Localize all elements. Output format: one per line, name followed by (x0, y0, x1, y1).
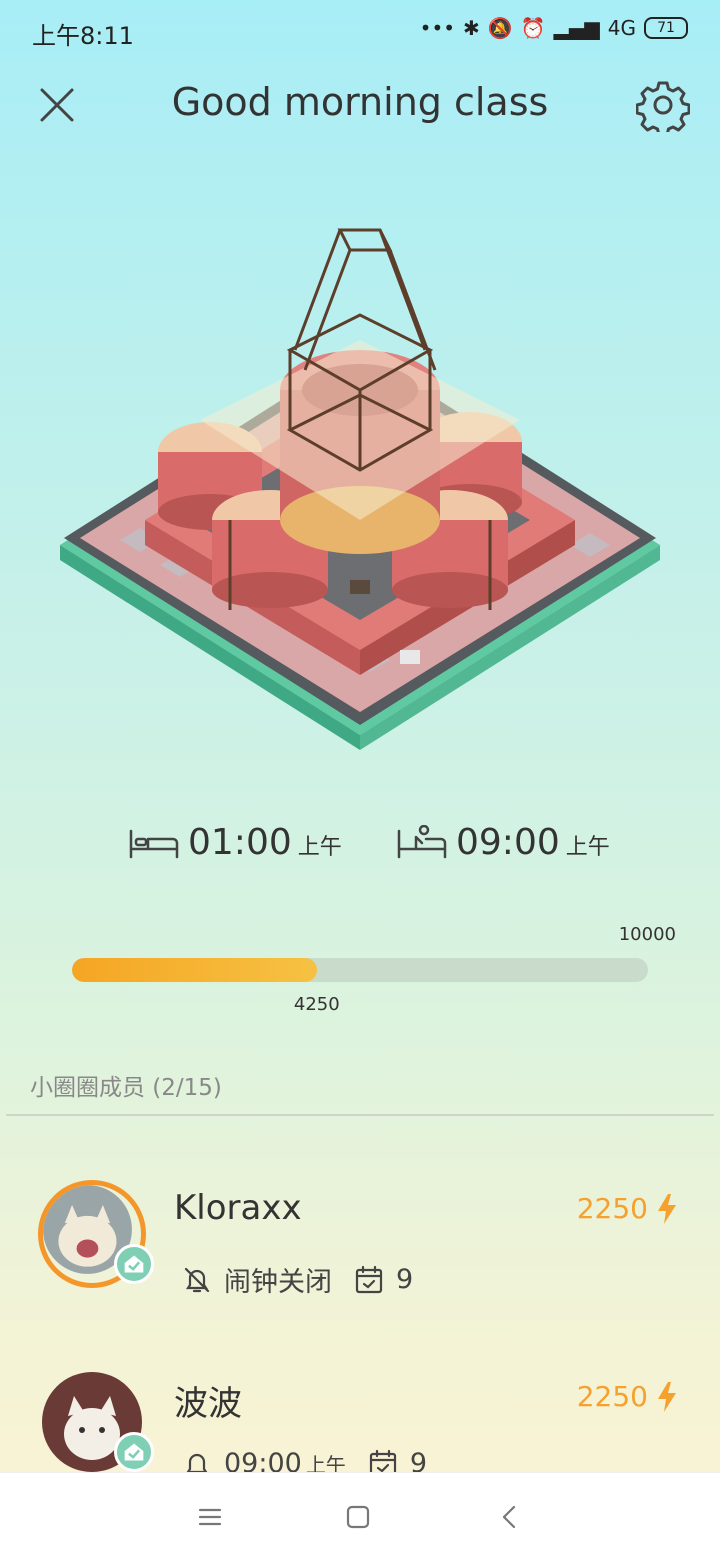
header: Good morning class (0, 62, 720, 148)
avatar[interactable] (38, 1368, 154, 1476)
alarm-status: 闹钟关闭 (224, 1267, 332, 1298)
gear-icon[interactable] (636, 78, 690, 132)
progress-max: 10000 (618, 924, 676, 945)
members-heading: 小圈圈成员 (2/15) (30, 1075, 222, 1101)
member-energy: 2250 (577, 1192, 676, 1225)
wake-time-value: 09:00 (456, 822, 560, 863)
home-check-icon (114, 1432, 154, 1472)
battery-level: 71 (657, 20, 675, 36)
energy-value: 2250 (576, 1192, 648, 1225)
building-illustration (60, 228, 660, 750)
bluetooth-icon: ✱ (463, 16, 480, 40)
divider (6, 1114, 714, 1116)
wake-up-icon (397, 824, 447, 858)
more-dots-icon: ••• (419, 16, 456, 40)
system-nav-bar (0, 1472, 720, 1560)
sleep-time-value: 01:00 (188, 822, 292, 863)
status-bar: 上午8:11 ••• ✱ 🔕 ⏰ ▂▄▆ 4G 71 (0, 0, 720, 62)
schedule-times: 01:00 上午 09:00 上午 (0, 822, 720, 882)
menu-icon[interactable] (194, 1501, 226, 1533)
member-row[interactable]: Kloraxx 2250 闹钟关闭 9 (0, 1180, 720, 1330)
progress-fill (72, 958, 317, 982)
signal-icon: ▂▄▆ (553, 16, 600, 40)
sleep-time-period: 上午 (297, 835, 342, 860)
home-icon[interactable] (342, 1501, 374, 1533)
status-icons: ••• ✱ 🔕 ⏰ ▂▄▆ 4G 71 (420, 16, 688, 40)
alarm-clock-icon: ⏰ (520, 16, 546, 40)
checkin-count: 9 (396, 1264, 414, 1295)
bed-icon (129, 829, 179, 858)
lightning-icon (658, 1381, 676, 1412)
bell-off-icon (184, 1267, 210, 1292)
progress-current: 4250 (293, 994, 340, 1015)
avatar[interactable] (38, 1180, 154, 1288)
member-energy: 2250 (577, 1380, 676, 1413)
wake-time-period: 上午 (565, 835, 610, 860)
progress-track (72, 958, 648, 982)
home-check-icon (114, 1244, 154, 1284)
calendar-check-icon (355, 1265, 383, 1293)
member-name: Kloraxx (174, 1188, 302, 1228)
wake-time[interactable]: 09:00 上午 (396, 822, 610, 863)
mute-icon: 🔕 (487, 16, 513, 40)
sleep-time[interactable]: 01:00 上午 (128, 822, 342, 863)
lightning-icon (658, 1193, 676, 1224)
app-screen: 上午8:11 ••• ✱ 🔕 ⏰ ▂▄▆ 4G 71 Good morning … (0, 0, 720, 1560)
network-label: 4G (607, 16, 636, 40)
energy-progress: 10000 4250 (0, 920, 720, 1020)
member-name: 波波 (174, 1384, 242, 1424)
back-icon[interactable] (494, 1501, 526, 1533)
battery-icon: 71 (644, 17, 688, 39)
energy-value: 2250 (576, 1380, 648, 1413)
status-time: 上午8:11 (32, 22, 134, 50)
member-meta: 闹钟关闭 9 (182, 1260, 413, 1299)
page-title: Good morning class (171, 80, 549, 124)
